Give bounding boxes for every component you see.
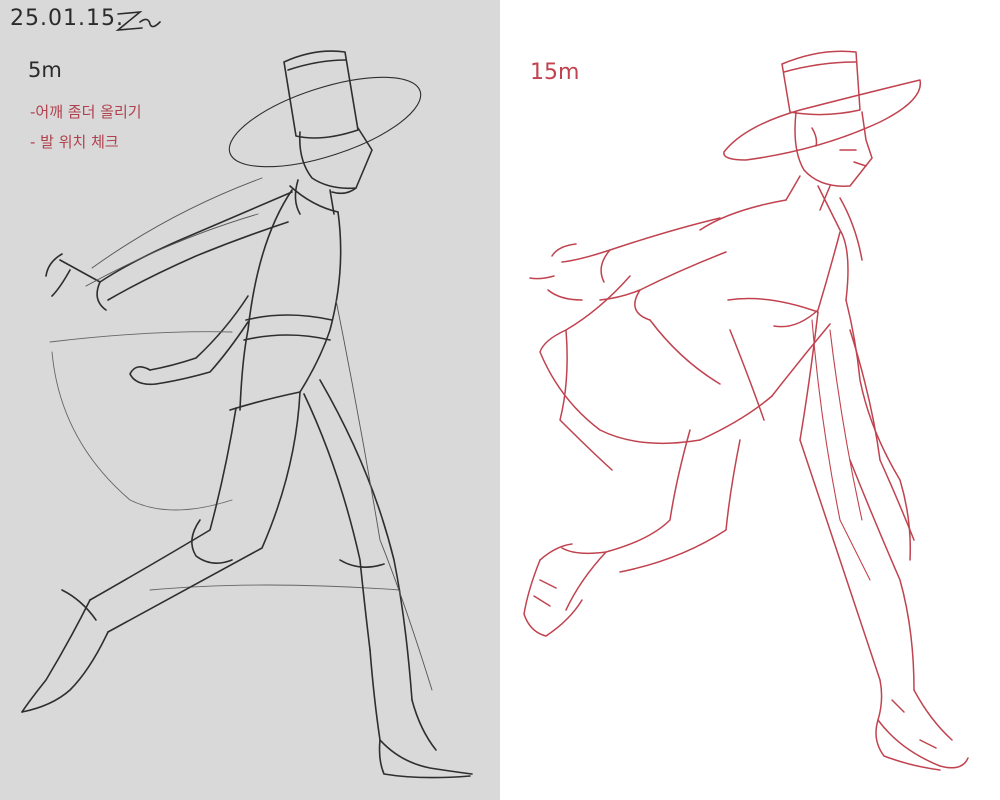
gesture-sketch-panel: 25.01.15. 5m -어깨 좀더 올리기 - 발 위치 체크 — [0, 0, 500, 800]
clean-drawing-figure — [523, 50, 969, 771]
canvas: 25.01.15. 5m -어깨 좀더 올리기 - 발 위치 체크 15m — [0, 0, 1000, 800]
note-shoulders: -어깨 좀더 올리기 — [30, 103, 142, 121]
time-label-15m: 15m — [530, 60, 580, 85]
time-label-5m: 5m — [28, 58, 62, 82]
note-feet: - 발 위치 체크 — [30, 133, 119, 151]
clean-drawing-panel: 15m — [500, 0, 1000, 800]
